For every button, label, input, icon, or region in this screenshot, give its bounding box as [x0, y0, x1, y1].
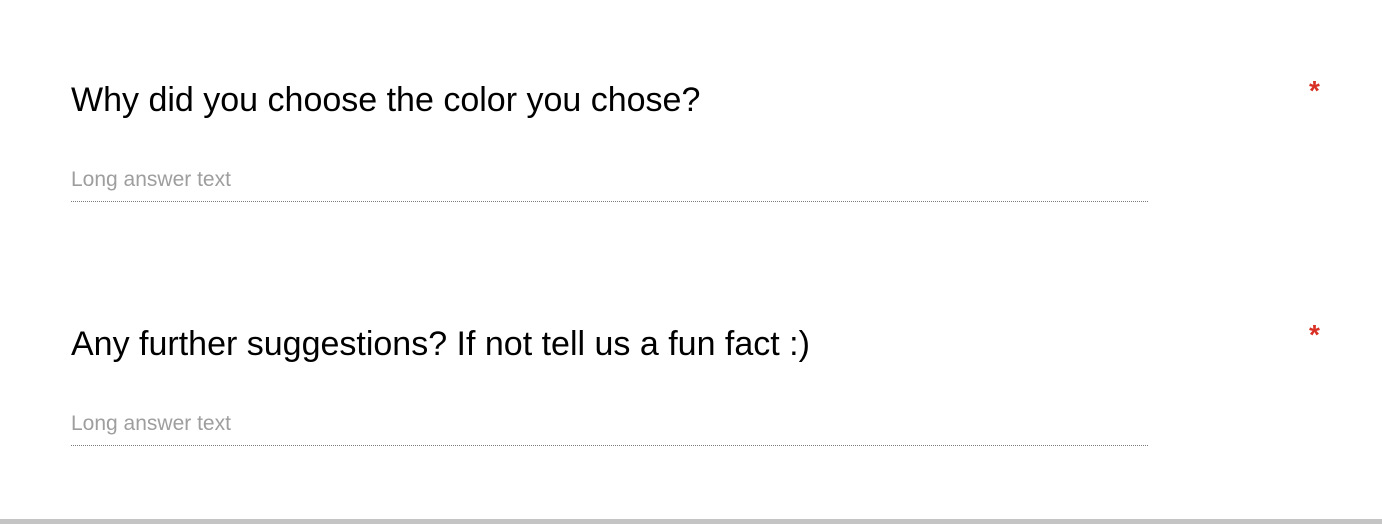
long-answer-field[interactable]: Long answer text	[71, 410, 1148, 446]
question-title: Any further suggestions? If not tell us …	[71, 325, 810, 363]
long-answer-field[interactable]: Long answer text	[71, 166, 1148, 202]
bottom-divider	[0, 519, 1382, 524]
required-asterisk: *	[1309, 75, 1320, 106]
required-asterisk: *	[1309, 319, 1320, 350]
question-title: Why did you choose the color you chose?	[71, 81, 701, 119]
long-answer-placeholder: Long answer text	[71, 168, 231, 191]
long-answer-placeholder: Long answer text	[71, 412, 231, 435]
